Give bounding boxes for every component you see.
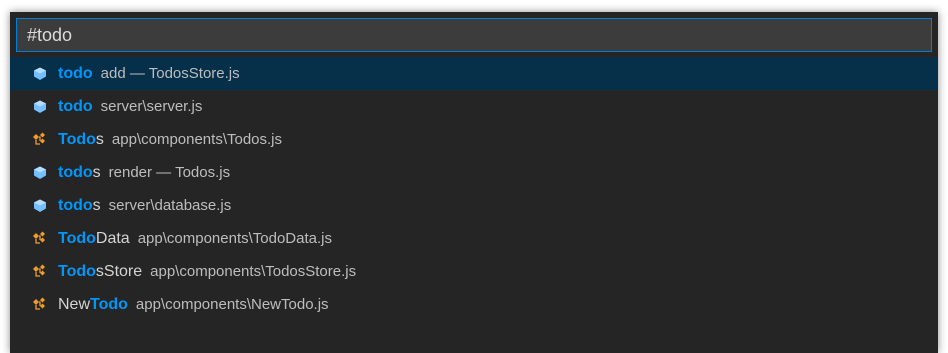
variable-icon bbox=[32, 99, 48, 115]
result-label: todos bbox=[58, 163, 101, 181]
result-description: server\server.js bbox=[100, 98, 203, 115]
match-highlight: Todo bbox=[58, 229, 96, 247]
variable-icon bbox=[32, 198, 48, 214]
match-highlight: Todo bbox=[90, 295, 128, 313]
match-highlight: todo bbox=[58, 97, 93, 115]
result-item[interactable]: todo add — TodosStore.js bbox=[10, 57, 938, 90]
result-label: todo bbox=[58, 65, 93, 83]
result-item[interactable]: todos server\database.js bbox=[10, 189, 938, 222]
result-item[interactable]: Todos app\components\Todos.js bbox=[10, 123, 938, 156]
result-item[interactable]: TodosStore app\components\TodosStore.js bbox=[10, 255, 938, 288]
result-description: render — Todos.js bbox=[108, 164, 231, 181]
class-icon bbox=[32, 264, 48, 280]
match-highlight: todo bbox=[58, 64, 93, 82]
result-description: server\database.js bbox=[108, 197, 232, 214]
result-label: TodosStore bbox=[58, 262, 143, 280]
result-label: todos bbox=[58, 196, 101, 214]
class-icon bbox=[32, 132, 48, 148]
class-icon bbox=[32, 231, 48, 247]
match-highlight: todo bbox=[58, 196, 93, 214]
result-item[interactable]: todo server\server.js bbox=[10, 90, 938, 123]
match-highlight: Todo bbox=[58, 262, 96, 280]
result-label: NewTodo bbox=[58, 295, 128, 313]
result-item[interactable]: NewTodo app\components\NewTodo.js bbox=[10, 288, 938, 321]
quick-open-input[interactable] bbox=[16, 18, 932, 52]
result-description: app\components\TodoData.js bbox=[137, 230, 332, 247]
result-item[interactable]: todos render — Todos.js bbox=[10, 156, 938, 189]
result-description: add — TodosStore.js bbox=[100, 65, 240, 82]
result-label: todo bbox=[58, 98, 93, 116]
variable-icon bbox=[32, 165, 48, 181]
match-highlight: Todo bbox=[58, 130, 96, 148]
result-description: app\components\TodosStore.js bbox=[150, 263, 357, 280]
result-label: Todos bbox=[58, 130, 104, 148]
match-highlight: todo bbox=[58, 163, 93, 181]
variable-icon bbox=[32, 66, 48, 82]
quick-open-results: todo add — TodosStore.js todo server\ser… bbox=[10, 57, 938, 321]
result-item[interactable]: TodoData app\components\TodoData.js bbox=[10, 222, 938, 255]
quick-open-widget: todo add — TodosStore.js todo server\ser… bbox=[10, 12, 938, 353]
result-label: TodoData bbox=[58, 229, 130, 247]
result-description: app\components\NewTodo.js bbox=[135, 296, 329, 313]
quick-open-input-container bbox=[10, 12, 938, 56]
result-description: app\components\Todos.js bbox=[111, 131, 283, 148]
class-icon bbox=[32, 297, 48, 313]
